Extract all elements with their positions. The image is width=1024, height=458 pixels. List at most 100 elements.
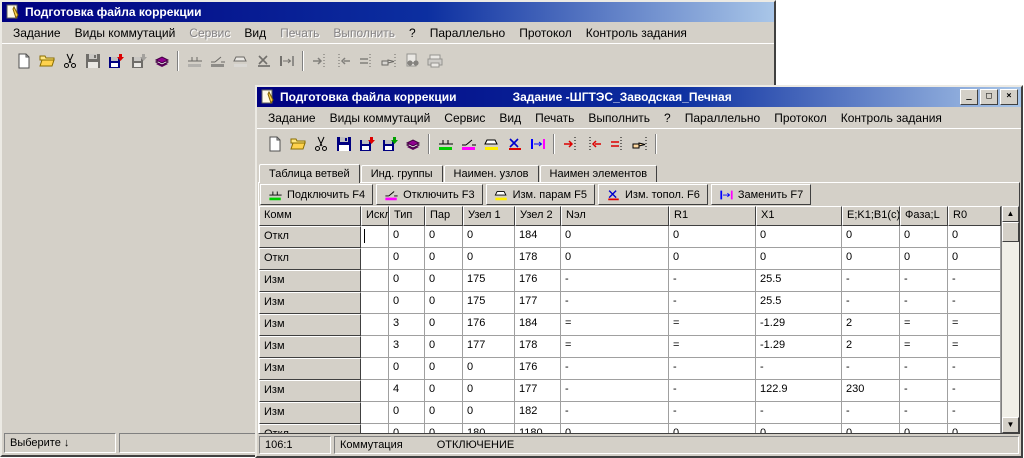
table-cell[interactable]: - [561, 292, 669, 314]
back-titlebar[interactable]: Подготовка файла коррекции [2, 2, 774, 22]
table-cell[interactable]: - [669, 380, 756, 402]
table-cell[interactable]: - [948, 380, 1001, 402]
save-import-button[interactable] [355, 133, 378, 155]
menu-zadanie[interactable]: Задание [261, 109, 323, 127]
menu-servis[interactable]: Сервис [437, 109, 492, 127]
table-cell[interactable]: - [948, 270, 1001, 292]
menu-vidy-kommutacij[interactable]: Виды коммутаций [68, 24, 183, 42]
table-cell[interactable]: 178 [515, 248, 561, 270]
table-cell[interactable]: - [756, 402, 842, 424]
col-x1[interactable]: X1 [756, 206, 842, 226]
change-params-f5-button[interactable]: Изм. парам F5 [486, 184, 595, 205]
delete-row-button[interactable] [582, 133, 605, 155]
table-cell[interactable]: 178 [515, 336, 561, 358]
row-header-cell[interactable]: Откл [259, 226, 361, 248]
col-iskl[interactable]: Искл [361, 206, 389, 226]
menu-zadanie[interactable]: Задание [6, 24, 68, 42]
table-cell[interactable]: 4 [389, 380, 425, 402]
table-cell[interactable]: 0 [842, 248, 900, 270]
table-cell[interactable] [361, 248, 389, 270]
table-cell[interactable]: 0 [463, 226, 515, 248]
table-cell[interactable]: 0 [425, 248, 463, 270]
table-cell[interactable]: 0 [425, 402, 463, 424]
open-folder-button[interactable] [286, 133, 309, 155]
table-cell[interactable]: 0 [463, 248, 515, 270]
table-cell[interactable]: - [561, 380, 669, 402]
row-header-cell[interactable]: Изм [259, 358, 361, 380]
table-cell[interactable] [361, 226, 389, 248]
table-cell[interactable] [361, 402, 389, 424]
table-cell[interactable]: 0 [948, 424, 1001, 433]
table-cell[interactable]: = [900, 314, 948, 336]
table-cell[interactable]: 175 [463, 270, 515, 292]
table-cell[interactable]: 0 [463, 358, 515, 380]
table-cell[interactable]: 2 [842, 336, 900, 358]
menu-vid[interactable]: Вид [492, 109, 528, 127]
table-cell[interactable]: 0 [900, 226, 948, 248]
menu-pechat[interactable]: Печать [528, 109, 581, 127]
table-cell[interactable]: - [669, 358, 756, 380]
menu-help[interactable]: ? [657, 109, 678, 127]
col-par[interactable]: Пар [425, 206, 463, 226]
table-cell[interactable]: 0 [842, 424, 900, 433]
table-cell[interactable]: - [669, 292, 756, 314]
table-cell[interactable]: 3 [389, 336, 425, 358]
table-cell[interactable]: 0 [948, 226, 1001, 248]
table-cell[interactable]: - [561, 270, 669, 292]
scrollbar-track[interactable] [1002, 242, 1019, 417]
table-cell[interactable]: 0 [463, 380, 515, 402]
save-export-button[interactable] [378, 133, 401, 155]
replace-f7-button[interactable]: Заменить F7 [711, 184, 811, 205]
table-cell[interactable]: 0 [425, 424, 463, 433]
table-cell[interactable]: -1.29 [756, 336, 842, 358]
col-r1[interactable]: R1 [669, 206, 756, 226]
table-cell[interactable]: 176 [515, 270, 561, 292]
table-cell[interactable]: 0 [389, 402, 425, 424]
table-cell[interactable]: 0 [425, 358, 463, 380]
table-cell[interactable]: 0 [756, 424, 842, 433]
menu-kontrol-zadaniya[interactable]: Контроль задания [834, 109, 949, 127]
table-cell[interactable]: = [561, 336, 669, 358]
tab-naimen-elementov[interactable]: Наимен элементов [540, 165, 658, 182]
table-cell[interactable]: = [900, 336, 948, 358]
col-uzel2[interactable]: Узел 2 [515, 206, 561, 226]
insert-row-button[interactable] [559, 133, 582, 155]
row-header-cell[interactable]: Изм [259, 314, 361, 336]
replace-button[interactable] [526, 133, 549, 155]
table-cell[interactable]: 177 [515, 380, 561, 402]
col-uzel1[interactable]: Узел 1 [463, 206, 515, 226]
row-header-cell[interactable]: Изм [259, 270, 361, 292]
open-folder-button[interactable] [35, 50, 58, 72]
edit-rows-button[interactable] [605, 133, 628, 155]
table-cell[interactable]: = [948, 314, 1001, 336]
table-cell[interactable]: - [842, 270, 900, 292]
table-cell[interactable]: 0 [561, 424, 669, 433]
change-topology-button[interactable] [503, 133, 526, 155]
col-r0[interactable]: R0 [948, 206, 1001, 226]
table-cell[interactable]: 176 [463, 314, 515, 336]
scroll-up-icon[interactable]: ▲ [1002, 206, 1019, 222]
table-cell[interactable]: - [948, 292, 1001, 314]
menu-protokol[interactable]: Протокол [512, 24, 579, 42]
table-cell[interactable] [361, 292, 389, 314]
table-cell[interactable]: 0 [561, 226, 669, 248]
tab-naimen-uzlov[interactable]: Наимен. узлов [444, 165, 539, 182]
scroll-down-icon[interactable]: ▼ [1002, 417, 1019, 433]
menu-vid[interactable]: Вид [237, 24, 273, 42]
table-cell[interactable]: = [669, 336, 756, 358]
table-cell[interactable]: 176 [515, 358, 561, 380]
table-cell[interactable]: 0 [561, 248, 669, 270]
table-cell[interactable]: 0 [463, 402, 515, 424]
table-cell[interactable]: 0 [425, 292, 463, 314]
table-cell[interactable]: 25.5 [756, 292, 842, 314]
table-cell[interactable]: - [842, 402, 900, 424]
table-cell[interactable]: = [561, 314, 669, 336]
table-cell[interactable]: 1180 [515, 424, 561, 433]
menu-vidy-kommutacij[interactable]: Виды коммутаций [323, 109, 438, 127]
disconnect-button[interactable] [457, 133, 480, 155]
close-icon[interactable]: × [1000, 89, 1018, 105]
table-cell[interactable]: - [561, 402, 669, 424]
connect-f4-button[interactable]: Подключить F4 [260, 184, 373, 205]
table-cell[interactable]: 230 [842, 380, 900, 402]
table-cell[interactable] [361, 380, 389, 402]
